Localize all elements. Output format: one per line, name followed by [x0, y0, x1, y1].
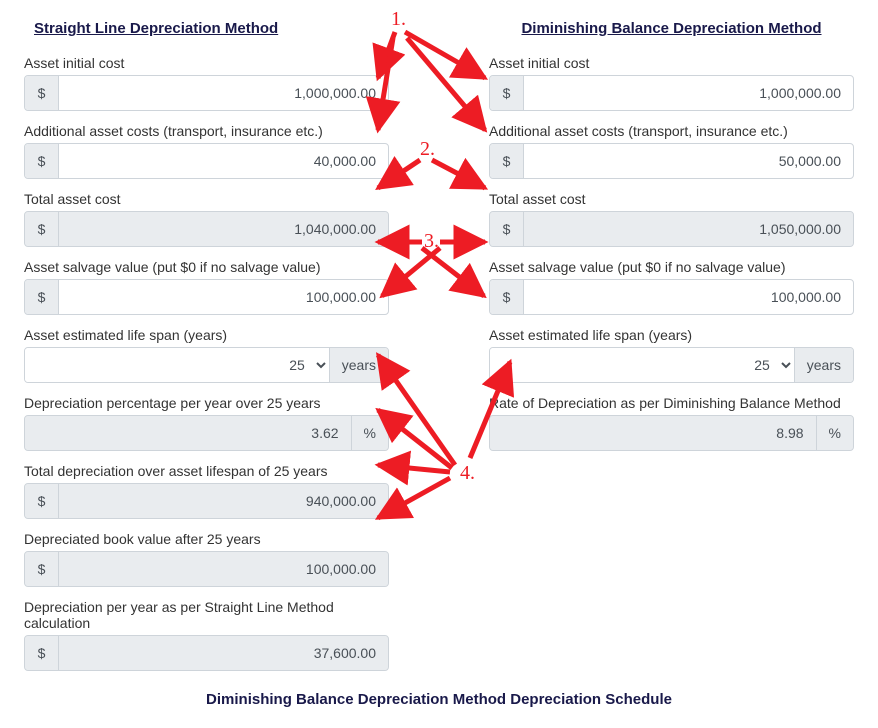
additional-costs-input-left[interactable] [59, 144, 388, 178]
field-additional-costs-left: Additional asset costs (transport, insur… [24, 123, 389, 179]
total-dep-value-left: 940,000.00 [59, 484, 388, 518]
readonly-total-cost-left: $ 1,040,000.00 [24, 211, 389, 247]
field-total-cost-right: Total asset cost $ 1,050,000.00 [489, 191, 854, 247]
label-initial-cost-right: Asset initial cost [489, 55, 854, 71]
straight-line-title: Straight Line Depreciation Method [24, 20, 389, 37]
salvage-input-right[interactable] [524, 280, 853, 314]
label-total-dep-left: Total depreciation over asset lifespan o… [24, 463, 389, 479]
input-lifespan-right[interactable]: 25 years [489, 347, 854, 383]
input-additional-costs-right[interactable]: $ [489, 143, 854, 179]
label-additional-costs-left: Additional asset costs (transport, insur… [24, 123, 389, 139]
currency-prefix-icon: $ [25, 552, 59, 586]
field-lifespan-right: Asset estimated life span (years) 25 yea… [489, 327, 854, 383]
label-additional-costs-right: Additional asset costs (transport, insur… [489, 123, 854, 139]
field-initial-cost-right: Asset initial cost $ [489, 55, 854, 111]
input-lifespan-left[interactable]: 25 years [24, 347, 389, 383]
salvage-input-left[interactable] [59, 280, 388, 314]
field-additional-costs-right: Additional asset costs (transport, insur… [489, 123, 854, 179]
dep-per-year-value-left: 37,600.00 [59, 636, 388, 670]
total-cost-value-left: 1,040,000.00 [59, 212, 388, 246]
currency-prefix-icon: $ [25, 484, 59, 518]
additional-costs-input-right[interactable] [524, 144, 853, 178]
years-suffix: years [329, 348, 388, 382]
input-initial-cost-left[interactable]: $ [24, 75, 389, 111]
readonly-book-value-left: $ 100,000.00 [24, 551, 389, 587]
label-dep-pct-left: Depreciation percentage per year over 25… [24, 395, 389, 411]
field-dep-pct-left: Depreciation percentage per year over 25… [24, 395, 389, 451]
currency-prefix-icon: $ [25, 76, 59, 110]
readonly-dep-per-year-left: $ 37,600.00 [24, 635, 389, 671]
field-total-cost-left: Total asset cost $ 1,040,000.00 [24, 191, 389, 247]
field-dep-per-year-left: Depreciation per year as per Straight Li… [24, 599, 389, 671]
field-initial-cost-left: Asset initial cost $ [24, 55, 389, 111]
lifespan-select-right[interactable]: 25 [490, 348, 794, 382]
lifespan-select-left[interactable]: 25 [25, 348, 329, 382]
readonly-total-cost-right: $ 1,050,000.00 [489, 211, 854, 247]
currency-prefix-icon: $ [490, 212, 524, 246]
field-salvage-left: Asset salvage value (put $0 if no salvag… [24, 259, 389, 315]
label-rate-right: Rate of Depreciation as per Diminishing … [489, 395, 854, 411]
label-lifespan-left: Asset estimated life span (years) [24, 327, 389, 343]
label-salvage-right: Asset salvage value (put $0 if no salvag… [489, 259, 854, 275]
diminishing-balance-column: Diminishing Balance Depreciation Method … [489, 20, 854, 683]
years-suffix: years [794, 348, 853, 382]
label-initial-cost-left: Asset initial cost [24, 55, 389, 71]
initial-cost-input-left[interactable] [59, 76, 388, 110]
dep-pct-value-left: 3.62 [25, 416, 351, 450]
input-salvage-right[interactable]: $ [489, 279, 854, 315]
schedule-heading: Diminishing Balance Depreciation Method … [24, 691, 854, 708]
label-salvage-left: Asset salvage value (put $0 if no salvag… [24, 259, 389, 275]
field-total-dep-left: Total depreciation over asset lifespan o… [24, 463, 389, 519]
label-total-cost-left: Total asset cost [24, 191, 389, 207]
field-rate-right: Rate of Depreciation as per Diminishing … [489, 395, 854, 451]
currency-prefix-icon: $ [25, 280, 59, 314]
straight-line-column: Straight Line Depreciation Method Asset … [24, 20, 389, 683]
currency-prefix-icon: $ [490, 76, 524, 110]
field-salvage-right: Asset salvage value (put $0 if no salvag… [489, 259, 854, 315]
field-book-value-left: Depreciated book value after 25 years $ … [24, 531, 389, 587]
label-book-value-left: Depreciated book value after 25 years [24, 531, 389, 547]
label-lifespan-right: Asset estimated life span (years) [489, 327, 854, 343]
readonly-dep-pct-left: 3.62 % [24, 415, 389, 451]
percent-suffix-icon: % [816, 416, 853, 450]
currency-prefix-icon: $ [25, 144, 59, 178]
input-salvage-left[interactable]: $ [24, 279, 389, 315]
input-initial-cost-right[interactable]: $ [489, 75, 854, 111]
currency-prefix-icon: $ [25, 636, 59, 670]
total-cost-value-right: 1,050,000.00 [524, 212, 853, 246]
label-total-cost-right: Total asset cost [489, 191, 854, 207]
percent-suffix-icon: % [351, 416, 388, 450]
currency-prefix-icon: $ [25, 212, 59, 246]
currency-prefix-icon: $ [490, 280, 524, 314]
currency-prefix-icon: $ [490, 144, 524, 178]
field-lifespan-left: Asset estimated life span (years) 25 yea… [24, 327, 389, 383]
readonly-rate-right: 8.98 % [489, 415, 854, 451]
rate-value-right: 8.98 [490, 416, 816, 450]
initial-cost-input-right[interactable] [524, 76, 853, 110]
book-value-value-left: 100,000.00 [59, 552, 388, 586]
input-additional-costs-left[interactable]: $ [24, 143, 389, 179]
readonly-total-dep-left: $ 940,000.00 [24, 483, 389, 519]
diminishing-balance-title: Diminishing Balance Depreciation Method [489, 20, 854, 37]
label-dep-per-year-left: Depreciation per year as per Straight Li… [24, 599, 389, 631]
